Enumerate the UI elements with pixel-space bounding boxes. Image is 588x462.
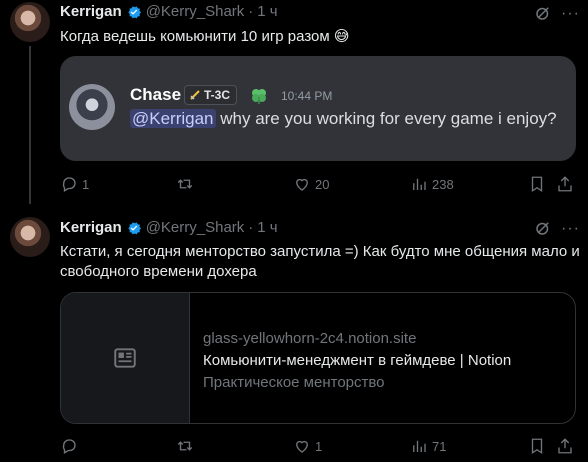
tweet-time[interactable]: 1 ч	[257, 219, 277, 236]
link-thumbnail	[61, 293, 190, 423]
like-icon	[296, 178, 308, 191]
views-count: 238	[432, 176, 454, 192]
author-name[interactable]: Kerrigan	[60, 219, 122, 236]
verified-badge-icon	[128, 5, 141, 18]
like-count: 1	[315, 438, 323, 454]
share-button[interactable]	[556, 175, 574, 193]
discord-message-text: why are you working for every game i enj…	[215, 109, 557, 128]
avatar[interactable]	[10, 217, 50, 257]
sword-icon	[190, 90, 200, 100]
retweet-icon	[177, 441, 193, 451]
like-count: 20	[315, 176, 330, 192]
author-handle[interactable]: @Kerry_Shark	[146, 3, 245, 20]
author-handle[interactable]: @Kerry_Shark	[146, 219, 245, 236]
bookmark-button[interactable]	[528, 175, 546, 193]
views-button[interactable]: 238	[410, 175, 454, 193]
tweet-actions: 1 20 238	[60, 175, 576, 195]
reply-button[interactable]: 1	[60, 175, 89, 193]
verified-badge-icon	[128, 221, 141, 234]
tweet-text: Когда ведешь комьюнити 10 игр разом 😅	[60, 28, 350, 45]
views-count: 71	[432, 438, 447, 454]
link-card[interactable]: glass-yellowhorn-2c4.notion.site Комьюни…	[60, 292, 576, 424]
views-button[interactable]: 71	[410, 437, 446, 455]
reply-button[interactable]	[60, 437, 82, 455]
discord-avatar	[69, 84, 115, 130]
like-button[interactable]: 20	[293, 175, 329, 193]
avatar[interactable]	[10, 2, 50, 42]
retweet-button[interactable]	[176, 175, 198, 193]
discord-server-tag: T-3C	[184, 85, 238, 105]
reply-icon	[62, 177, 76, 192]
bookmark-icon	[531, 438, 543, 455]
discord-tag-text: T-3C	[204, 88, 231, 102]
reply-icon	[62, 439, 76, 454]
separator-dot: ·	[248, 3, 254, 20]
tweet-header: Kerrigan @Kerry_Shark · 1 ч	[60, 3, 278, 20]
tweet-2[interactable]: Kerrigan @Kerry_Shark · 1 ч ··· Кстати, …	[0, 205, 588, 462]
discord-timestamp: 10:44 PM	[281, 89, 333, 103]
tweet-text: Кстати, я сегодня менторство запустила =…	[60, 243, 580, 280]
link-domain: glass-yellowhorn-2c4.notion.site	[203, 330, 417, 347]
link-title: Комьюнити-менеджмент в геймдеве | Notion	[203, 352, 512, 369]
grok-icon[interactable]	[534, 4, 552, 22]
grok-icon[interactable]	[534, 219, 552, 237]
reply-count: 1	[82, 176, 90, 192]
article-icon	[114, 348, 136, 368]
more-icon[interactable]: ···	[561, 6, 580, 22]
author-name[interactable]: Kerrigan	[60, 3, 122, 20]
thread-line	[29, 46, 31, 204]
share-icon	[558, 176, 572, 192]
tweet-media-image[interactable]: Chase T-3C 10:44 PM @Kerrigan why are yo…	[60, 56, 576, 161]
like-button[interactable]: 1	[293, 437, 322, 455]
link-description: Практическое менторство	[203, 374, 385, 391]
discord-message: @Kerrigan why are you working for every …	[130, 109, 557, 129]
tweet-1[interactable]: Kerrigan @Kerry_Shark · 1 ч ··· Когда ве…	[0, 0, 588, 205]
like-icon	[296, 440, 308, 453]
share-button[interactable]	[556, 437, 574, 455]
discord-username: Chase	[130, 85, 182, 104]
retweet-button[interactable]	[176, 437, 198, 455]
tweet-actions: 1 71	[60, 437, 576, 457]
discord-mention: @Kerrigan	[130, 109, 216, 128]
bookmark-button[interactable]	[528, 437, 546, 455]
bookmark-icon	[531, 176, 543, 193]
share-icon	[558, 438, 572, 454]
views-icon	[413, 440, 426, 452]
separator-dot: ·	[248, 219, 254, 236]
tweet-header: Kerrigan @Kerry_Shark · 1 ч	[60, 219, 278, 236]
tweet-time[interactable]: 1 ч	[257, 3, 277, 20]
views-icon	[413, 178, 426, 190]
retweet-icon	[177, 179, 193, 189]
clover-icon	[252, 89, 266, 104]
more-icon[interactable]: ···	[561, 221, 580, 237]
